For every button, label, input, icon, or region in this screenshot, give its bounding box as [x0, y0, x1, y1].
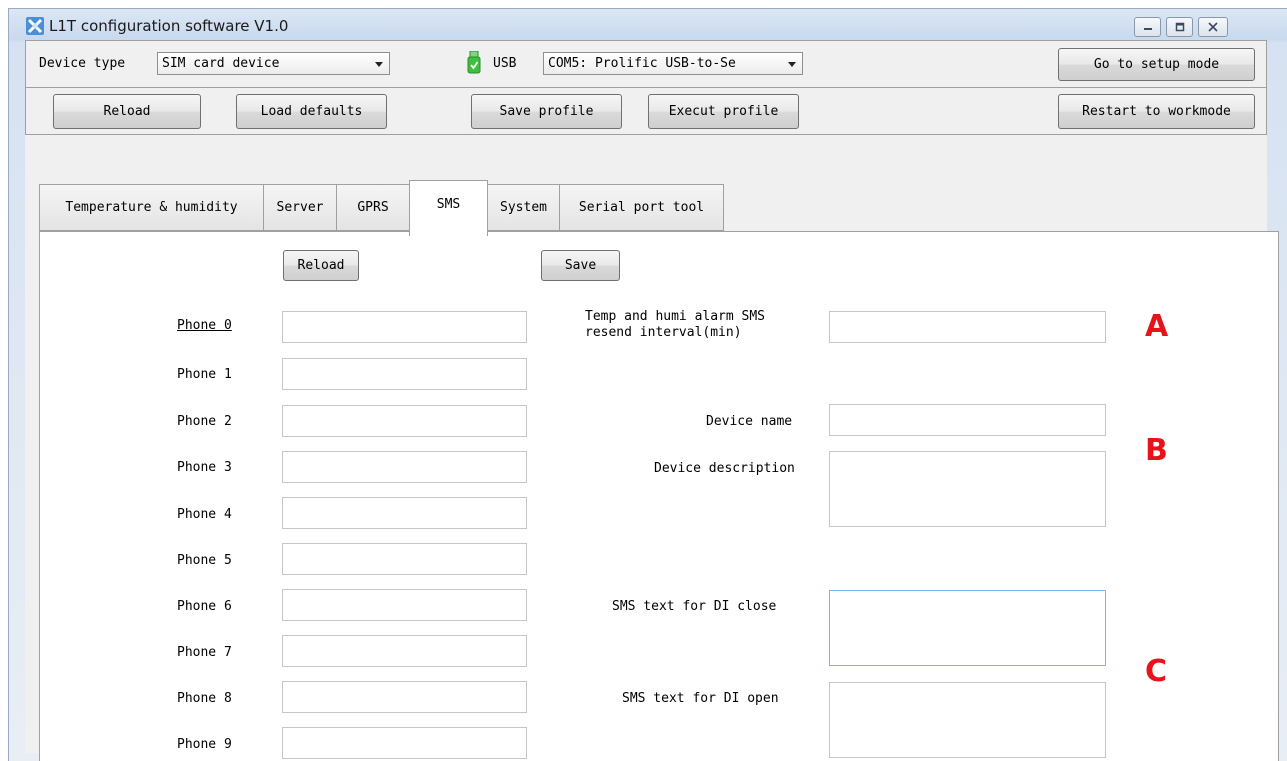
- restart-to-workmode-button[interactable]: Restart to workmode: [1058, 94, 1255, 129]
- usb-label: USB: [493, 56, 517, 71]
- di-open-label: SMS text for DI open: [622, 691, 779, 706]
- port-value: COM5: Prolific USB-to-Se: [548, 56, 736, 71]
- chevron-down-icon: [788, 62, 796, 67]
- tab-label: System: [500, 200, 547, 215]
- phone-2-input[interactable]: [282, 405, 527, 437]
- annotation-a: A: [1145, 309, 1169, 344]
- minimize-icon: [1143, 28, 1152, 30]
- app-icon: [26, 17, 44, 35]
- di-close-label: SMS text for DI close: [612, 599, 777, 614]
- phone-0-input[interactable]: [282, 311, 527, 343]
- device-name-label: Device name: [706, 414, 793, 429]
- tab-label: GPRS: [357, 200, 389, 215]
- port-select[interactable]: COM5: Prolific USB-to-Se: [543, 52, 803, 75]
- go-to-setup-mode-button[interactable]: Go to setup mode: [1058, 48, 1255, 81]
- phone-4-label: Phone 4: [177, 507, 232, 522]
- maximize-button[interactable]: [1166, 17, 1193, 37]
- tab-label: Temperature & humidity: [65, 200, 238, 215]
- tab-label: SMS: [436, 197, 461, 212]
- tab-system[interactable]: System: [487, 184, 560, 231]
- minimize-button[interactable]: [1134, 17, 1161, 37]
- sms-save-button[interactable]: Save: [541, 250, 620, 281]
- phone-9-input[interactable]: [282, 727, 527, 759]
- phone-3-label: Phone 3: [177, 460, 232, 475]
- phone-8-label: Phone 8: [177, 691, 232, 706]
- chevron-down-icon: [375, 62, 383, 67]
- maximize-icon: [1175, 22, 1184, 32]
- alarm-interval-input[interactable]: [829, 311, 1106, 343]
- phone-2-label: Phone 2: [177, 414, 232, 429]
- usb-icon: [467, 51, 481, 74]
- phone-9-label: Phone 9: [177, 737, 232, 752]
- tab-server[interactable]: Server: [263, 184, 337, 231]
- di-close-textarea[interactable]: [829, 590, 1106, 666]
- phone-6-label: Phone 6: [177, 599, 232, 614]
- tab-label: Serial port tool: [578, 200, 705, 215]
- device-description-textarea[interactable]: [829, 451, 1106, 527]
- annotation-b: B: [1145, 433, 1168, 468]
- device-toolbar: Device type SIM card device USB COM5: Pr…: [25, 40, 1267, 88]
- phone-5-input[interactable]: [282, 543, 527, 575]
- phone-7-input[interactable]: [282, 635, 527, 667]
- device-type-value: SIM card device: [162, 56, 280, 71]
- tab-sms[interactable]: SMS: [409, 180, 488, 236]
- load-defaults-button[interactable]: Load defaults: [236, 94, 387, 129]
- close-button[interactable]: [1198, 17, 1228, 37]
- device-name-input[interactable]: [829, 404, 1106, 436]
- phone-1-label: Phone 1: [177, 367, 232, 382]
- phone-5-label: Phone 5: [177, 553, 232, 568]
- annotation-c: C: [1145, 654, 1168, 689]
- action-toolbar: Reload Load defaults Save profile Execut…: [25, 87, 1267, 135]
- tab-gprs[interactable]: GPRS: [336, 184, 410, 231]
- device-description-label: Device description: [654, 461, 795, 476]
- phone-1-input[interactable]: [282, 358, 527, 390]
- tab-serial-port-tool[interactable]: Serial port tool: [559, 184, 724, 231]
- window-title: L1T configuration software V1.0: [49, 17, 289, 35]
- title-bar: L1T configuration software V1.0: [9, 9, 1287, 43]
- phone-7-label: Phone 7: [177, 645, 232, 660]
- tab-temperature-humidity[interactable]: Temperature & humidity: [39, 184, 264, 231]
- sms-reload-button[interactable]: Reload: [283, 250, 359, 281]
- device-type-select[interactable]: SIM card device: [157, 52, 390, 75]
- execute-profile-button[interactable]: Execut profile: [648, 94, 799, 129]
- phone-0-label: Phone 0: [177, 318, 232, 333]
- phone-6-input[interactable]: [282, 589, 527, 621]
- phone-4-input[interactable]: [282, 497, 527, 529]
- close-icon: [1208, 22, 1218, 32]
- alarm-interval-label-line-1: Temp and humi alarm SMS: [585, 309, 766, 324]
- device-type-label: Device type: [39, 56, 126, 71]
- phone-3-input[interactable]: [282, 451, 527, 483]
- save-profile-button[interactable]: Save profile: [471, 94, 622, 129]
- di-open-textarea[interactable]: [829, 682, 1106, 758]
- tab-label: Server: [276, 200, 324, 215]
- alarm-interval-label-line-2: resend interval(min): [585, 325, 742, 340]
- phone-8-input[interactable]: [282, 681, 527, 713]
- reload-button[interactable]: Reload: [53, 94, 201, 129]
